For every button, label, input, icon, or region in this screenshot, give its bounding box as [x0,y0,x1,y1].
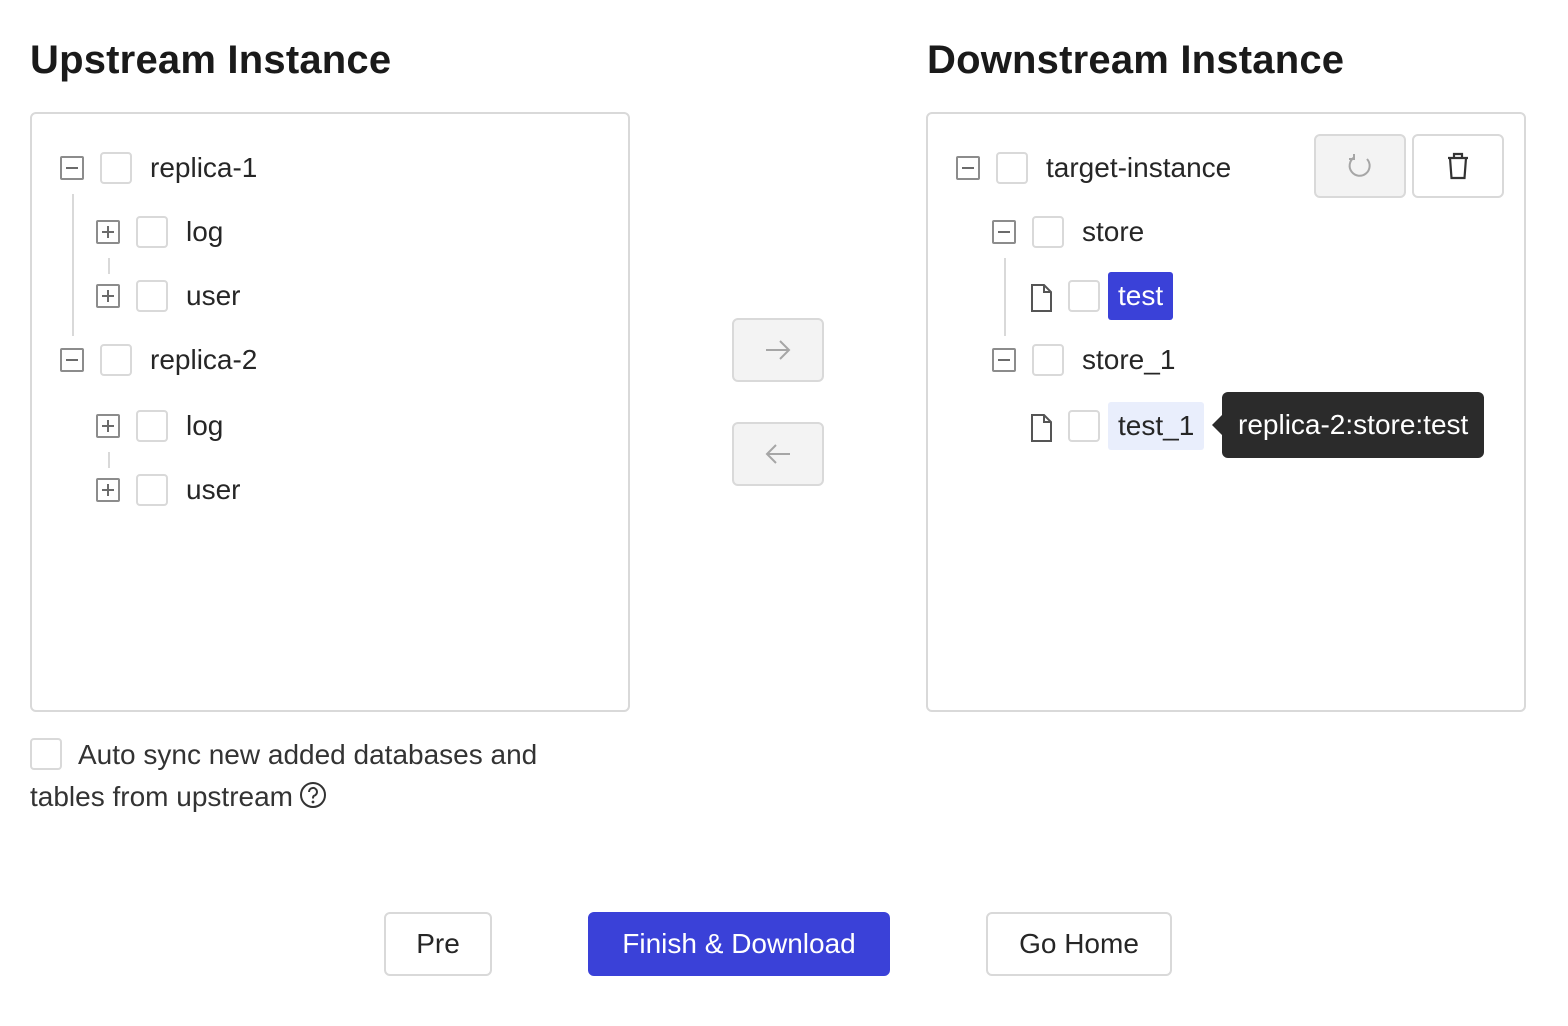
tree-line [108,452,110,468]
expand-icon[interactable] [96,284,120,308]
tree-node-log[interactable]: log [186,406,223,446]
tree-line [72,194,74,336]
auto-sync-label: Auto sync new added databases and tables… [30,739,538,812]
checkbox-replica-1-user[interactable] [136,280,168,312]
checkbox-replica-1-log[interactable] [136,216,168,248]
refresh-button[interactable] [1314,134,1406,198]
checkbox-store-1[interactable] [1032,344,1064,376]
tree-node-user[interactable]: user [186,276,240,316]
arrow-right-icon [766,340,791,360]
collapse-icon[interactable] [956,156,980,180]
move-right-button[interactable] [732,318,824,382]
finish-download-button[interactable]: Finish & Download [588,912,890,976]
file-icon [1031,414,1052,442]
tree-node-target-instance[interactable]: target-instance [1046,148,1231,188]
checkbox-replica-1[interactable] [100,152,132,184]
delete-button[interactable] [1412,134,1504,198]
tree-node-user[interactable]: user [186,470,240,510]
checkbox-replica-2-log[interactable] [136,410,168,442]
checkbox-test-1[interactable] [1068,410,1100,442]
collapse-icon[interactable] [992,348,1016,372]
checkbox-test[interactable] [1068,280,1100,312]
expand-icon[interactable] [96,220,120,244]
expand-icon[interactable] [96,478,120,502]
tree-line [1004,258,1006,336]
expand-icon[interactable] [96,414,120,438]
checkbox-replica-2[interactable] [100,344,132,376]
checkbox-target-instance[interactable] [996,152,1028,184]
checkbox-store[interactable] [1032,216,1064,248]
move-left-button[interactable] [732,422,824,486]
pre-button[interactable]: Pre [384,912,492,976]
question-circle-icon[interactable] [299,781,327,809]
refresh-icon [1348,154,1371,177]
upstream-title: Upstream Instance [30,38,392,82]
tree-node-replica-1[interactable]: replica-1 [150,148,257,188]
auto-sync-option: Auto sync new added databases and tables… [30,734,590,818]
tree-node-test[interactable]: test [1108,272,1174,320]
tree-node-store-1[interactable]: store_1 [1082,340,1175,380]
tree-node-test-1[interactable]: test_1 [1108,402,1205,450]
collapse-icon[interactable] [60,156,84,180]
collapse-icon[interactable] [992,220,1016,244]
checkbox-replica-2-user[interactable] [136,474,168,506]
trash-icon [1448,152,1468,180]
collapse-icon[interactable] [60,348,84,372]
tree-node-log[interactable]: log [186,212,223,252]
auto-sync-checkbox[interactable] [30,738,62,770]
file-icon [1031,284,1052,312]
tooltip: replica-2:store:test [1211,392,1485,458]
tree-line [108,258,110,274]
tree-node-store[interactable]: store [1082,212,1144,252]
upstream-tree: replica-1 log user replica-2 log user [30,112,630,712]
arrow-left-icon [765,444,790,464]
tree-node-replica-2[interactable]: replica-2 [150,340,257,380]
downstream-title: Downstream Instance [927,38,1345,82]
go-home-button[interactable]: Go Home [986,912,1172,976]
